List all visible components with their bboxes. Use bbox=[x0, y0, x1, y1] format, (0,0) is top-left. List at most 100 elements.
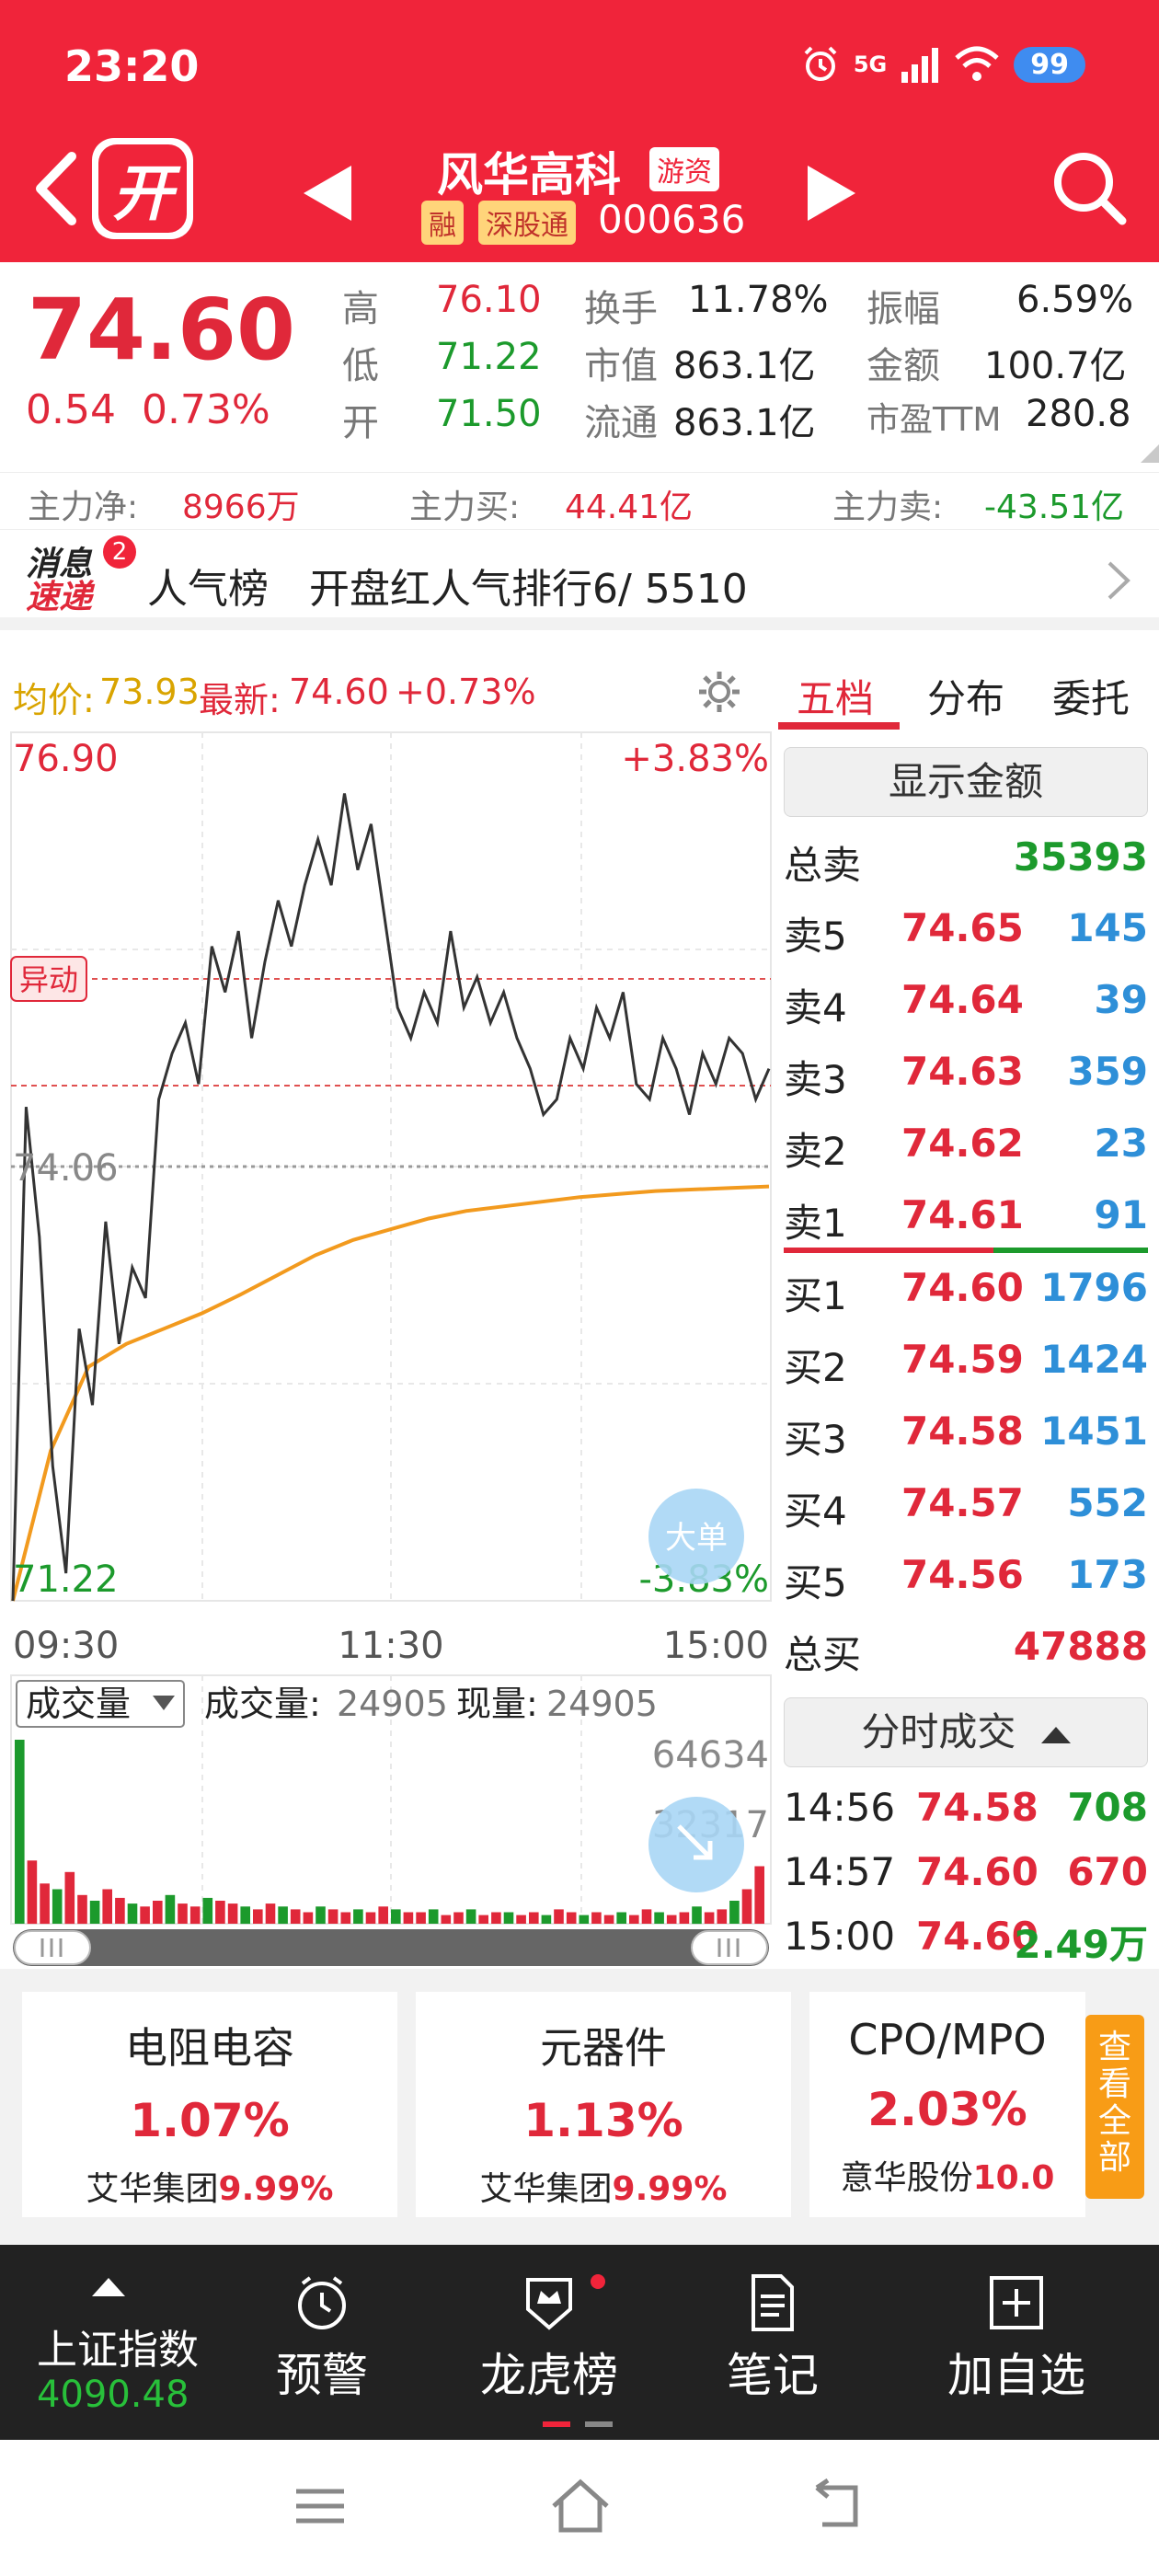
volume-bar bbox=[253, 1909, 263, 1924]
app-header: 23:20 5G 99 开 风华高科 游资 融 深股通 000636 bbox=[0, 0, 1159, 262]
app-logo-mark: 开 bbox=[98, 144, 187, 233]
tick-trades-button[interactable]: 分时成交 bbox=[784, 1697, 1148, 1767]
bid-row[interactable]: 买4 74.57 552 bbox=[784, 1469, 1148, 1541]
collapse-button[interactable] bbox=[648, 1797, 744, 1892]
anomaly-tag[interactable]: 异动 bbox=[10, 956, 87, 1002]
tab-orders[interactable]: 委托 bbox=[1052, 668, 1130, 724]
main-sell-label: 主力卖: bbox=[832, 489, 944, 526]
prev-stock-button[interactable] bbox=[304, 166, 351, 221]
ask-row[interactable]: 卖1 74.61 91 bbox=[784, 1181, 1148, 1253]
time-range-scrollbar[interactable] bbox=[13, 1929, 769, 1966]
low-label: 低 bbox=[342, 345, 379, 387]
pct-top-label: +3.83% bbox=[621, 738, 769, 780]
ask-row[interactable]: 卖3 74.63 359 bbox=[784, 1038, 1148, 1110]
bid-level-label: 买4 bbox=[784, 1489, 847, 1534]
volume-value: 24905 bbox=[337, 1684, 448, 1724]
show-amount-button[interactable]: 显示金额 bbox=[784, 747, 1148, 817]
home-icon[interactable] bbox=[548, 2475, 613, 2536]
bid-row[interactable]: 买2 74.59 1424 bbox=[784, 1326, 1148, 1397]
volume-bar bbox=[616, 1912, 626, 1924]
volume-bar bbox=[64, 1871, 75, 1925]
big-order-label: 大单 bbox=[665, 1520, 728, 1557]
next-stock-button[interactable] bbox=[808, 166, 855, 221]
back-nav-icon[interactable] bbox=[809, 2478, 865, 2534]
open-value: 71.50 bbox=[436, 393, 542, 435]
tab-five-levels[interactable]: 五档 bbox=[797, 668, 874, 724]
ask-volume: 359 bbox=[1067, 1049, 1148, 1094]
last-percent: +0.73% bbox=[396, 672, 536, 712]
intraday-chart[interactable]: 76.90 +3.83% 74.06 71.22 -3.83% 异动 大单 09… bbox=[0, 727, 773, 1670]
index-name: 上证指数 bbox=[37, 2327, 199, 2374]
news-title: 人气榜 bbox=[147, 566, 269, 613]
back-button[interactable] bbox=[28, 147, 83, 230]
volume-bar bbox=[516, 1915, 526, 1924]
total-sell-value: 35393 bbox=[1013, 834, 1148, 880]
battery-indicator: 99 bbox=[1014, 46, 1085, 83]
capital-flow-bar[interactable]: 主力净: 8966万 主力买: 44.41亿 主力卖: -43.51亿 bbox=[0, 472, 1159, 529]
last-value: 74.60 bbox=[289, 672, 389, 712]
tab-distribution[interactable]: 分布 bbox=[927, 668, 1004, 724]
bid-divider bbox=[993, 1248, 1148, 1253]
bid-row[interactable]: 买1 74.60 1796 bbox=[784, 1254, 1148, 1326]
wifi-icon bbox=[955, 46, 999, 81]
quote-expand-corner[interactable] bbox=[1141, 444, 1159, 463]
sector-card[interactable]: 电阻电容 1.07% 艾华集团9.99% bbox=[22, 1992, 397, 2217]
sector-card[interactable]: CPO/MPO 2.03% 意华股份10.0 bbox=[809, 1992, 1085, 2217]
y-bottom-label: 71.22 bbox=[13, 1558, 119, 1601]
ask-level-label: 卖1 bbox=[784, 1201, 847, 1246]
search-icon[interactable] bbox=[1049, 147, 1131, 230]
settings-gear-icon[interactable] bbox=[695, 668, 743, 716]
sector-name: 电阻电容 bbox=[125, 2023, 294, 2073]
menu-icon[interactable] bbox=[293, 2478, 348, 2534]
bid-level-label: 买3 bbox=[784, 1417, 847, 1462]
ask-row[interactable]: 卖2 74.62 23 bbox=[784, 1110, 1148, 1181]
ask-price: 74.65 bbox=[901, 905, 1024, 950]
volume-bar bbox=[529, 1912, 539, 1924]
volume-bar bbox=[453, 1912, 464, 1924]
tag-youzi[interactable]: 游资 bbox=[649, 147, 719, 191]
volume-bar bbox=[391, 1909, 401, 1924]
ask-row[interactable]: 卖4 74.64 39 bbox=[784, 966, 1148, 1038]
news-row[interactable]: 消息 速递 2 人气榜 开盘红人气排行6/ 5510 bbox=[0, 529, 1159, 630]
alert-button[interactable]: 预警 bbox=[276, 2272, 368, 2405]
dragon-tiger-button[interactable]: 龙虎榜 bbox=[480, 2272, 618, 2405]
arrow-up-icon bbox=[92, 2278, 125, 2296]
bid-level-label: 买2 bbox=[784, 1345, 847, 1390]
tick-volume: 708 bbox=[1067, 1785, 1148, 1830]
high-label: 高 bbox=[342, 288, 379, 330]
tag-margin: 融 bbox=[421, 201, 464, 245]
document-icon bbox=[752, 2274, 794, 2331]
volume-bar bbox=[178, 1903, 188, 1924]
big-order-button[interactable]: 大单 bbox=[648, 1489, 744, 1584]
news-logo: 消息 速递 bbox=[26, 548, 113, 620]
volume-bar bbox=[591, 1912, 602, 1924]
volume-bar bbox=[202, 1897, 213, 1924]
sector-leader-name: 艾华集团 bbox=[86, 2170, 219, 2208]
see-all-button[interactable]: 查看全部 bbox=[1085, 2015, 1144, 2199]
volume-chart[interactable]: 成交量 成交量: 24905 现量: 24905 64634 32317 bbox=[0, 1670, 773, 1973]
avg-value: 73.93 bbox=[99, 672, 200, 712]
mktcap-value: 863.1亿 bbox=[673, 345, 816, 387]
chart-header: 均价: 73.93 最新: 74.60 +0.73% bbox=[0, 662, 773, 727]
sector-card[interactable]: 元器件 1.13% 艾华集团9.99% bbox=[416, 1992, 791, 2217]
ask-row[interactable]: 卖5 74.65 145 bbox=[784, 894, 1148, 966]
volume-bar bbox=[704, 1912, 715, 1924]
bid-volume: 1451 bbox=[1040, 1409, 1148, 1454]
volume-dropdown[interactable]: 成交量 bbox=[16, 1680, 185, 1728]
bid-row[interactable]: 买5 74.56 173 bbox=[784, 1541, 1148, 1613]
sector-change: 1.13% bbox=[523, 2094, 683, 2147]
alarm-clock-icon bbox=[298, 2276, 346, 2329]
app-logo[interactable]: 开 bbox=[92, 138, 193, 239]
volume-bar bbox=[102, 1889, 112, 1924]
notification-dot bbox=[591, 2274, 605, 2289]
news-text: 开盘红人气排行6/ 5510 bbox=[309, 566, 748, 613]
sector-leader-name: 意华股份 bbox=[840, 2159, 973, 2197]
bid-row[interactable]: 买3 74.58 1451 bbox=[784, 1397, 1148, 1469]
sector-name: CPO/MPO bbox=[848, 2015, 1047, 2064]
ask-price: 74.64 bbox=[901, 977, 1024, 1022]
volume-bar bbox=[717, 1909, 728, 1924]
ask-level-label: 卖4 bbox=[784, 985, 847, 1030]
notes-button[interactable]: 笔记 bbox=[727, 2272, 819, 2405]
add-watchlist-button[interactable]: 加自选 bbox=[947, 2272, 1085, 2405]
sector-leader: 意华股份10.0 bbox=[809, 2151, 1085, 2199]
